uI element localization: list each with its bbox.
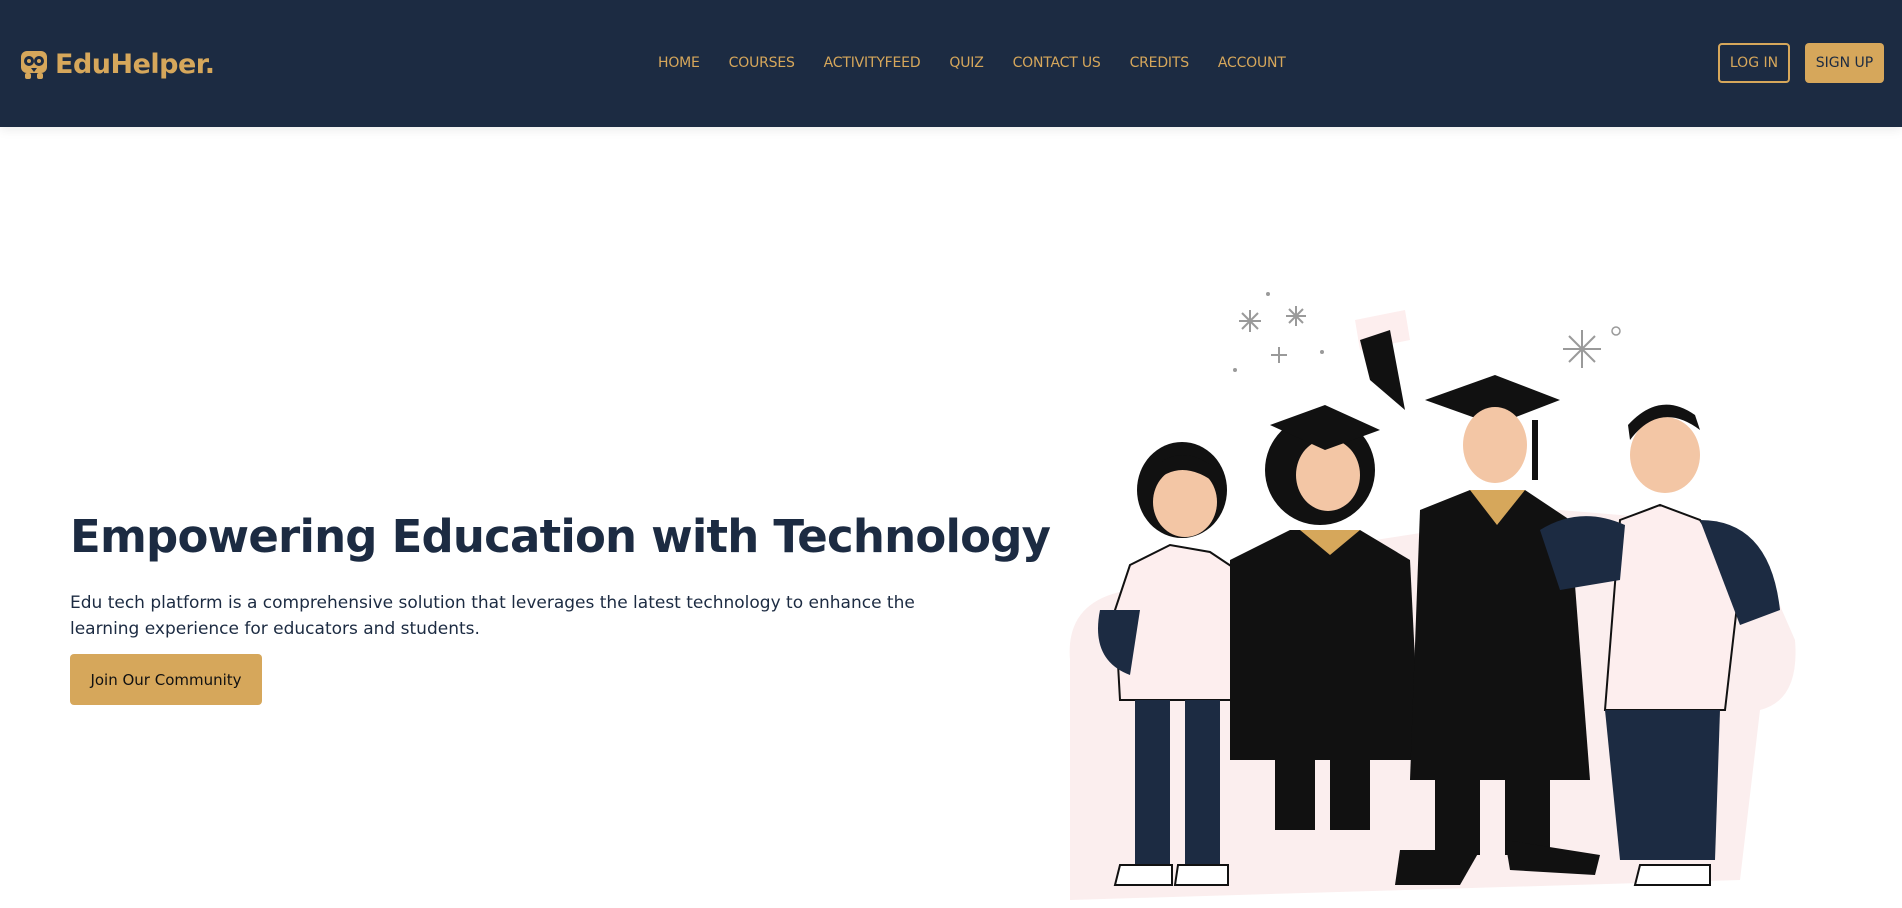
nav-quiz[interactable]: QUIZ (949, 55, 983, 71)
graduating-students-illustration (1060, 280, 1820, 908)
hero-description: Edu tech platform is a comprehensive sol… (70, 593, 915, 639)
brand-logo[interactable]: EduHelper. (19, 46, 215, 82)
brand-name: EduHelper. (55, 48, 215, 80)
hero-title: Empowering Education with Technology (70, 510, 1051, 563)
sparkle-icon (1239, 306, 1601, 368)
nav-contact-us[interactable]: CONTACT US (1013, 55, 1101, 71)
nav-courses[interactable]: COURSES (729, 55, 795, 71)
signup-button[interactable]: SIGN UP (1805, 43, 1884, 83)
student-graduate-girl (1230, 310, 1420, 830)
nav-activityfeed[interactable]: ACTIVITYFEED (824, 55, 921, 71)
main-nav: HOME COURSES ACTIVITYFEED QUIZ CONTACT U… (658, 55, 1286, 71)
login-button[interactable]: LOG IN (1718, 43, 1790, 83)
top-navbar: EduHelper. HOME COURSES ACTIVITYFEED QUI… (0, 0, 1902, 127)
join-community-button[interactable]: Join Our Community (70, 654, 262, 705)
nav-account[interactable]: ACCOUNT (1218, 55, 1286, 71)
nav-home[interactable]: HOME (658, 55, 700, 71)
nav-credits[interactable]: CREDITS (1130, 55, 1189, 71)
owl-logo-icon (19, 47, 49, 81)
